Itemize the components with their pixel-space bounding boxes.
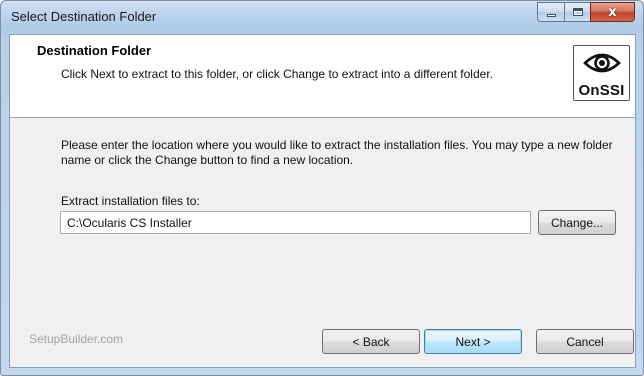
change-button[interactable]: Change... (538, 210, 616, 235)
window-title: Select Destination Folder (11, 9, 157, 24)
header-description: Click Next to extract to this folder, or… (61, 67, 493, 81)
eye-icon (583, 53, 621, 73)
header-panel: Destination Folder Click Next to extract… (10, 35, 635, 118)
onssi-logo: OnSSI (573, 45, 630, 101)
dialog-client-area: Destination Folder Click Next to extract… (9, 34, 636, 368)
instructions-text: Please enter the location where you woul… (61, 138, 613, 167)
close-button[interactable]: x (590, 2, 635, 22)
minimize-icon (546, 13, 556, 17)
extract-path-input[interactable] (60, 211, 531, 234)
maximize-icon (572, 8, 583, 16)
maximize-button[interactable] (564, 2, 590, 22)
window-controls: x (537, 2, 635, 22)
logo-text: OnSSI (578, 82, 625, 99)
header-title: Destination Folder (37, 43, 152, 58)
back-button[interactable]: < Back (322, 329, 420, 354)
next-button[interactable]: Next > (424, 329, 522, 354)
cancel-button[interactable]: Cancel (536, 329, 634, 354)
title-bar[interactable]: Select Destination Folder x (1, 1, 643, 35)
minimize-button[interactable] (537, 2, 564, 22)
installer-window: Select Destination Folder x Destination … (0, 0, 644, 376)
extract-path-label: Extract installation files to: (61, 194, 200, 208)
setupbuilder-brand: SetupBuilder.com (29, 332, 124, 346)
close-icon: x (608, 4, 617, 20)
